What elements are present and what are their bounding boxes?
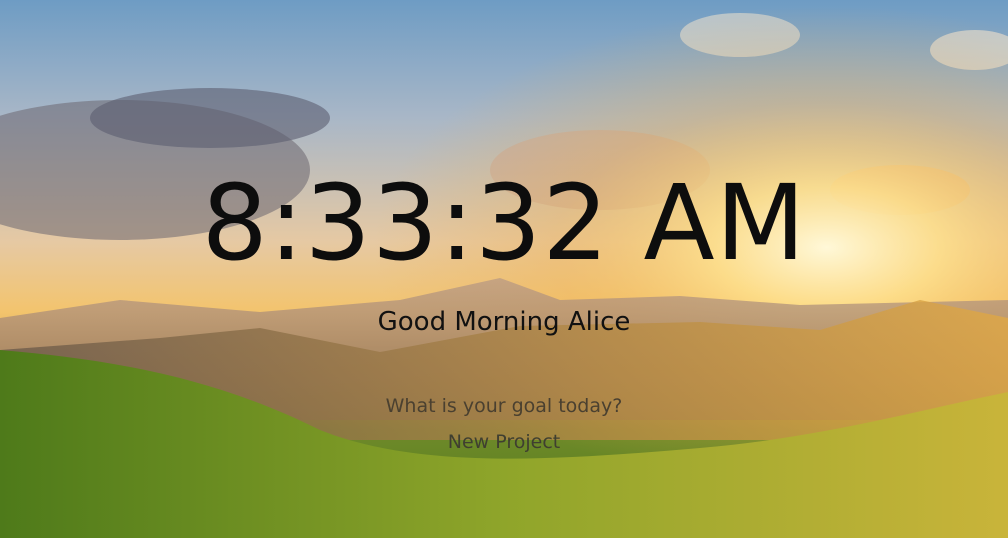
goal-question: What is your goal today? [385,395,623,417]
background-scene: 8:33:32 AM Good Morning Alice What is yo… [0,0,1008,538]
clock-time: 8:33:32 AM [201,162,807,284]
goal-input[interactable] [354,427,654,457]
greeting-text: Good Morning Alice [377,307,631,337]
